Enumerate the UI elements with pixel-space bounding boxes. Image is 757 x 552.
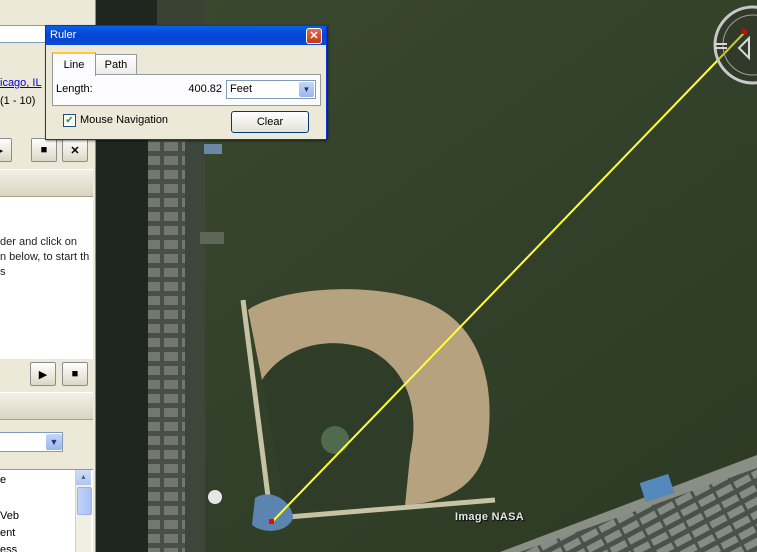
list-item[interactable]: Veb bbox=[0, 510, 19, 522]
layers-panel-header[interactable] bbox=[0, 392, 93, 420]
clear-results-button[interactable]: ✕ bbox=[62, 138, 88, 162]
dialog-title: Ruler bbox=[50, 29, 77, 41]
stop-button[interactable]: ■ bbox=[31, 138, 57, 162]
search-results-toolbar: ▶ ■ ✕ bbox=[0, 138, 93, 164]
list-item[interactable]: ent bbox=[0, 527, 15, 539]
tab-path[interactable]: Path bbox=[95, 54, 137, 75]
units-value: Feet bbox=[230, 83, 253, 95]
play-icon: ▶ bbox=[38, 368, 48, 381]
close-icon: ✕ bbox=[309, 29, 319, 42]
list-item[interactable]: ess bbox=[0, 544, 17, 552]
ruler-titlebar[interactable]: Ruler ✕ bbox=[46, 26, 326, 45]
location-result-link[interactable]: icago, IL bbox=[0, 77, 42, 89]
length-value: 400.82 bbox=[188, 83, 222, 95]
play-tour-button-2[interactable]: ▶ bbox=[30, 362, 56, 386]
layers-view-select[interactable]: ▼ bbox=[0, 432, 63, 452]
scroll-up-icon[interactable]: ▲ bbox=[76, 470, 91, 485]
ruler-dialog: Ruler ✕ Line Path Length: 400.82 Feet ▼ … bbox=[45, 25, 327, 140]
tab-line[interactable]: Line bbox=[52, 52, 96, 76]
stop-icon: ■ bbox=[71, 368, 79, 380]
stop-icon: ■ bbox=[40, 144, 48, 156]
navigation-compass-icon[interactable] bbox=[713, 0, 757, 100]
layers-list: e Veb ent ess ▲ bbox=[0, 469, 93, 552]
clear-button[interactable]: Clear bbox=[231, 111, 309, 133]
tour-instructions-panel: der and click on n below, to start th s bbox=[0, 197, 93, 359]
result-range: (1 - 10) bbox=[0, 95, 36, 107]
tour-instructions-text: der and click on n below, to start th s bbox=[0, 236, 90, 278]
layers-scrollbar[interactable]: ▲ bbox=[75, 470, 92, 552]
mouse-navigation-label: Mouse Navigation bbox=[80, 114, 169, 126]
units-select[interactable]: Feet ▼ bbox=[226, 80, 316, 99]
mouse-navigation-checkbox[interactable]: ✔ bbox=[63, 114, 76, 127]
scroll-thumb[interactable] bbox=[77, 487, 92, 515]
length-label: Length: bbox=[56, 83, 93, 95]
places-panel-header[interactable] bbox=[0, 169, 93, 197]
play-icon: ▶ bbox=[0, 144, 3, 157]
tour-toolbar: ▶ ■ bbox=[0, 362, 93, 388]
stop-button-2[interactable]: ■ bbox=[62, 362, 88, 386]
checkmark-icon: ✔ bbox=[65, 114, 74, 126]
chevron-down-icon[interactable]: ▼ bbox=[299, 82, 314, 97]
close-button[interactable]: ✕ bbox=[306, 28, 322, 44]
close-icon: ✕ bbox=[70, 144, 80, 157]
chevron-down-icon[interactable]: ▼ bbox=[46, 434, 62, 450]
image-credit: Image NASA bbox=[455, 511, 525, 523]
play-tour-button[interactable]: ▶ bbox=[0, 138, 12, 162]
line-tab-panel: Length: 400.82 Feet ▼ bbox=[52, 74, 321, 106]
list-item[interactable]: e bbox=[0, 474, 6, 486]
ruler-start-point bbox=[269, 519, 274, 524]
